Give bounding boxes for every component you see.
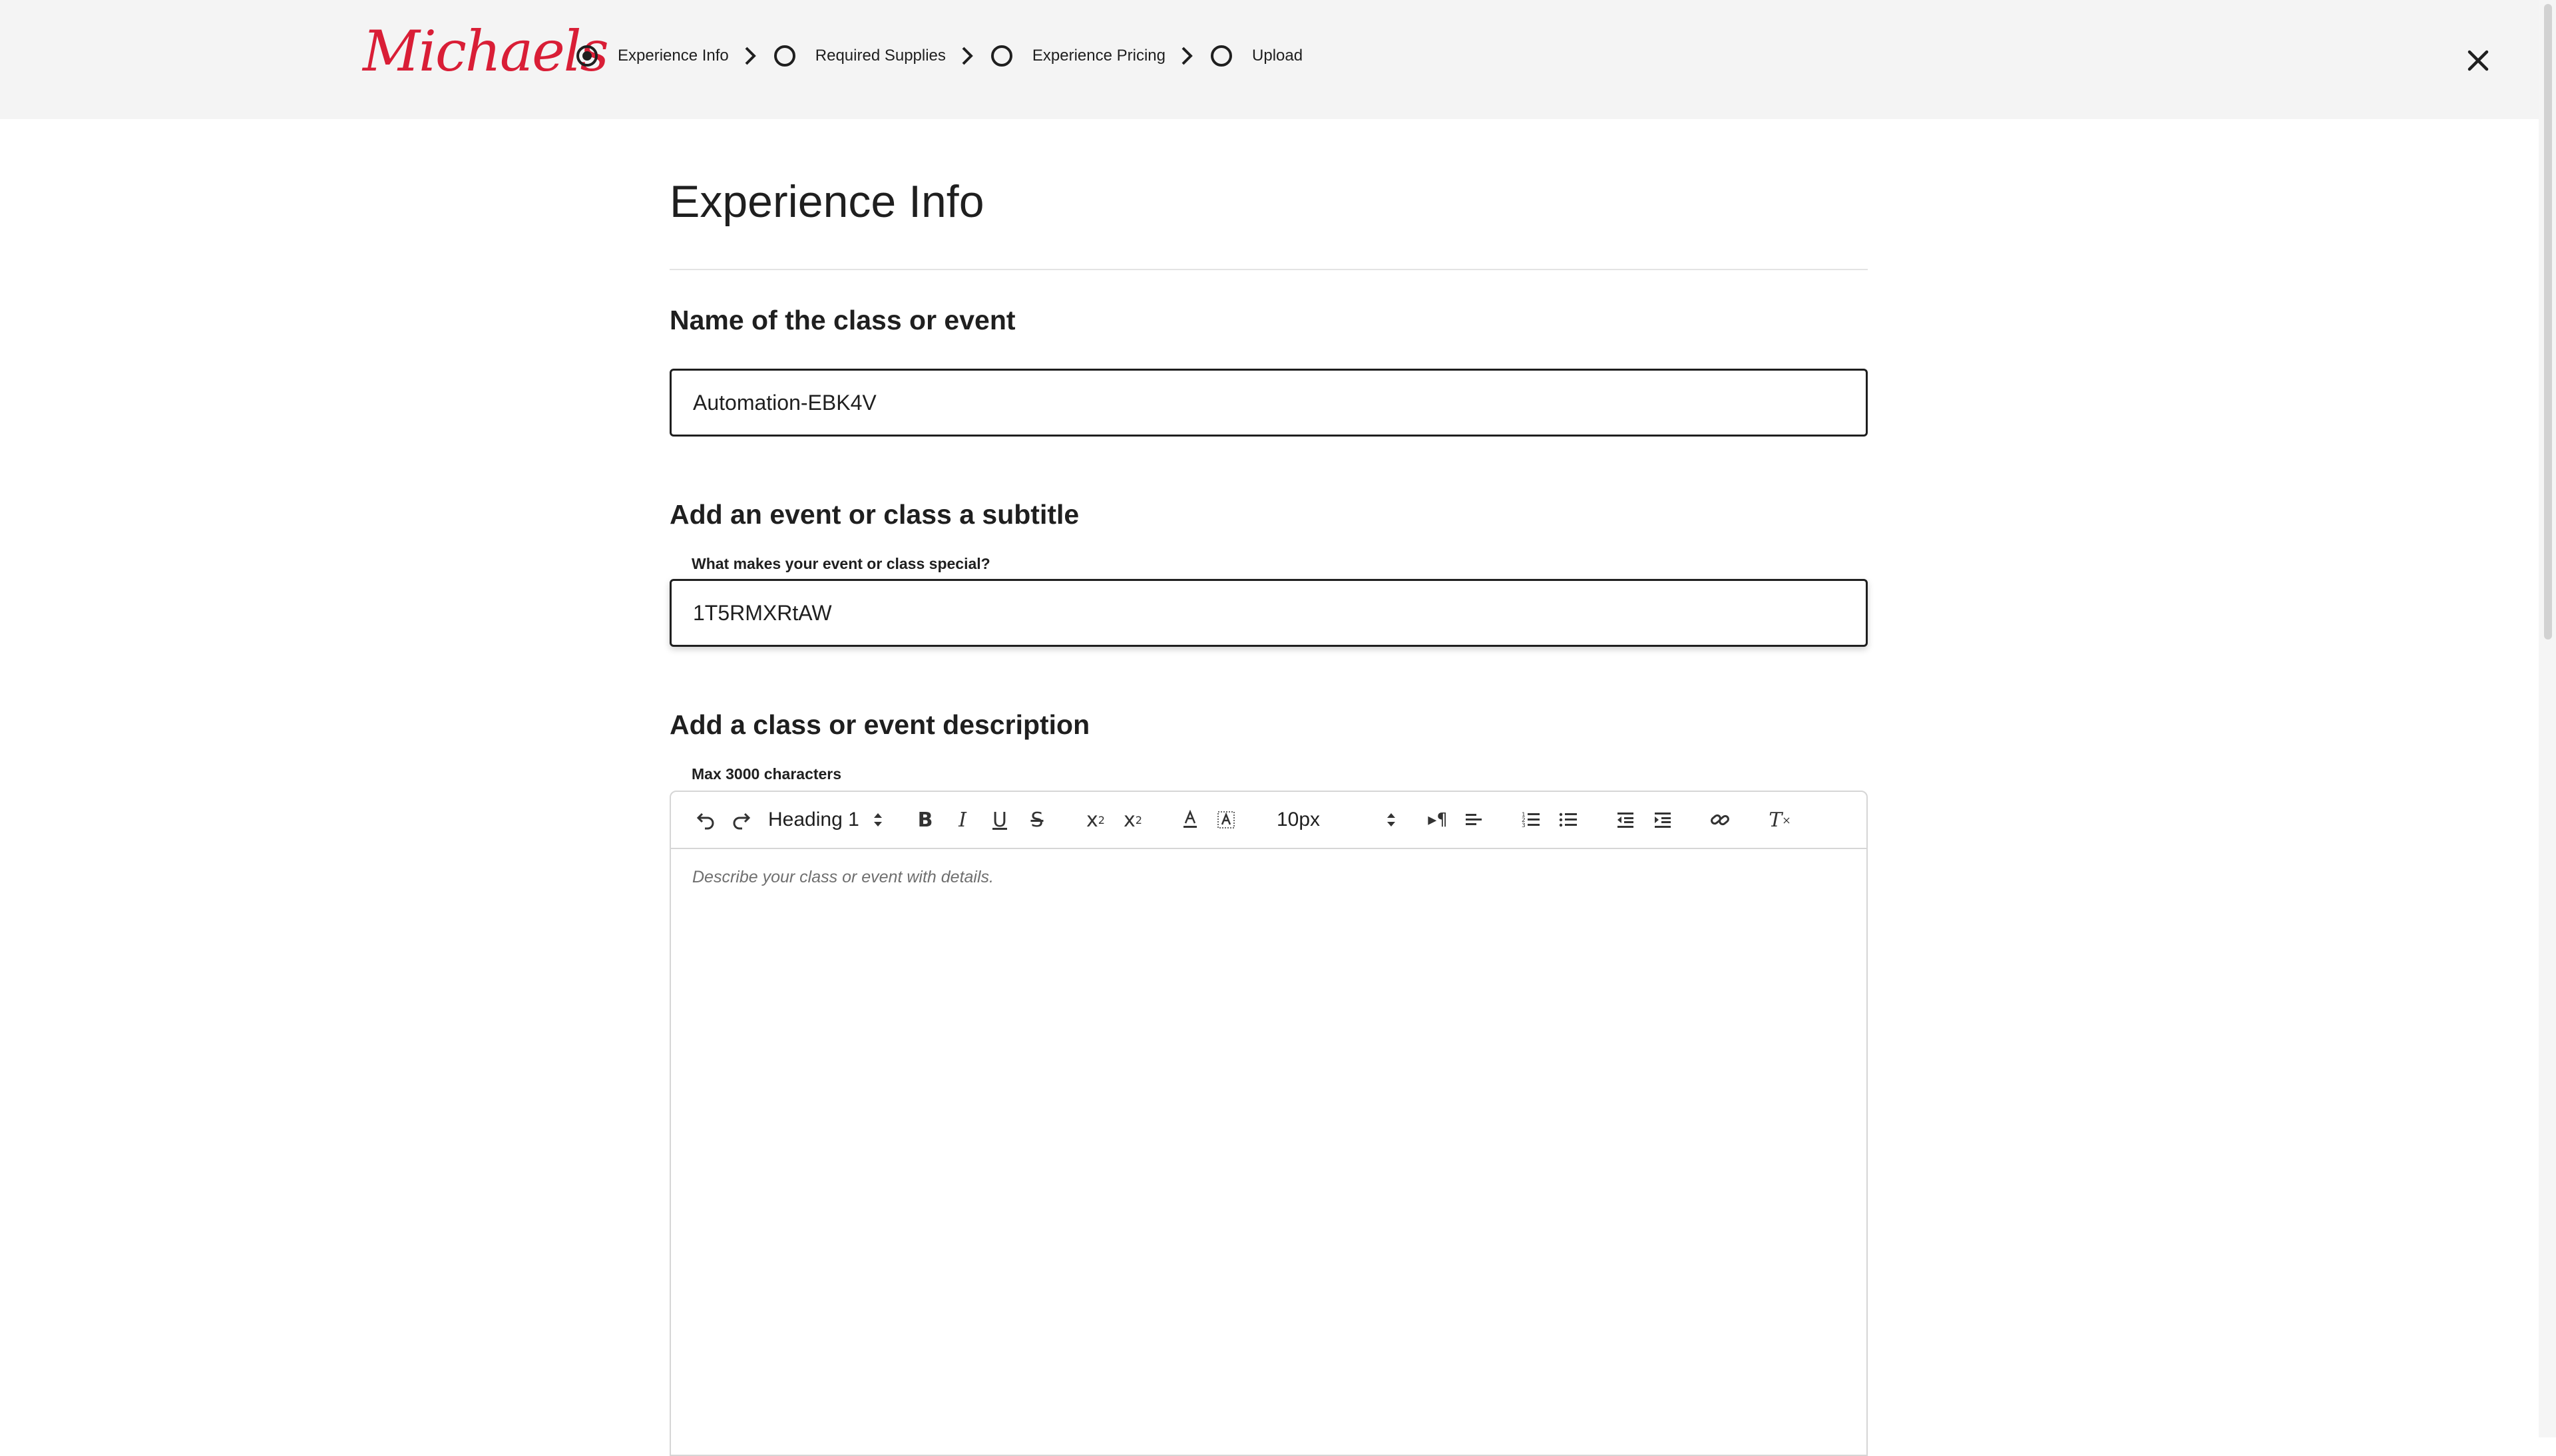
step-upload[interactable]: Upload <box>1211 45 1303 67</box>
align-left-icon[interactable] <box>1460 792 1487 848</box>
step-experience-pricing[interactable]: Experience Pricing <box>990 45 1166 67</box>
text-color-icon[interactable] <box>1177 792 1203 848</box>
bold-icon[interactable]: B <box>912 792 939 848</box>
outdent-icon[interactable] <box>1612 792 1639 848</box>
bullet-list-icon[interactable] <box>1555 792 1582 848</box>
chevron-right-icon <box>962 47 973 65</box>
underline-icon[interactable]: U <box>986 792 1013 848</box>
svg-text:3: 3 <box>1522 822 1526 829</box>
close-icon[interactable] <box>2463 45 2493 76</box>
subtitle-field-label: What makes your event or class special? <box>692 555 990 572</box>
class-name-input[interactable] <box>670 369 1868 437</box>
italic-icon[interactable]: I <box>949 792 976 848</box>
heading-select[interactable]: Heading 1 <box>768 792 883 848</box>
step-label: Required Supplies <box>815 47 946 65</box>
subscript-icon[interactable]: x2 <box>1081 792 1110 848</box>
editor-toolbar: Heading 1 B I U S x2 x2 10px ▸¶ 1 2 3 T … <box>671 792 1866 849</box>
page-title: Experience Info <box>670 176 984 227</box>
page-scrollbar[interactable] <box>2539 0 2556 1437</box>
ordered-list-icon[interactable]: 123 <box>1518 792 1544 848</box>
step-label: Experience Pricing <box>1032 47 1166 65</box>
indent-icon[interactable] <box>1649 792 1676 848</box>
superscript-icon[interactable]: x2 <box>1118 792 1148 848</box>
redo-icon[interactable] <box>727 792 756 848</box>
description-section-heading: Add a class or event description <box>670 709 1090 740</box>
description-editor-area[interactable]: Describe your class or event with detail… <box>671 849 1866 1455</box>
link-icon[interactable] <box>1707 792 1733 848</box>
updown-arrows-icon <box>873 813 882 826</box>
step-radio-icon <box>576 45 598 67</box>
step-label: Upload <box>1252 47 1303 65</box>
description-field-label: Max 3000 characters <box>692 765 842 783</box>
clear-formatting-icon[interactable]: T × <box>1765 792 1795 848</box>
step-radio-icon <box>990 45 1012 67</box>
step-required-supplies[interactable]: Required Supplies <box>773 45 946 67</box>
font-size-select-value: 10px <box>1277 809 1321 830</box>
step-label: Experience Info <box>618 47 729 65</box>
step-radio-icon <box>1211 45 1233 67</box>
description-placeholder: Describe your class or event with detail… <box>692 868 994 886</box>
font-size-select[interactable]: 10px <box>1277 792 1396 848</box>
updown-arrows-icon <box>1387 813 1395 826</box>
rich-text-editor: Heading 1 B I U S x2 x2 10px ▸¶ 1 2 3 T … <box>670 791 1868 1456</box>
undo-icon[interactable] <box>691 792 720 848</box>
name-section-heading: Name of the class or event <box>670 305 1016 335</box>
step-radio-icon <box>773 45 795 67</box>
heading-select-value: Heading 1 <box>768 809 859 830</box>
scrollbar-thumb[interactable] <box>2544 4 2552 639</box>
strikethrough-icon[interactable]: S <box>1024 792 1050 848</box>
michaels-logo[interactable]: Michaels <box>363 21 609 81</box>
subtitle-input[interactable] <box>670 579 1868 647</box>
top-header: Michaels Experience Info Required Suppli… <box>0 0 2539 119</box>
chevron-right-icon <box>1181 47 1193 65</box>
step-experience-info[interactable]: Experience Info <box>576 45 729 67</box>
title-divider <box>670 269 1868 270</box>
text-direction-icon[interactable]: ▸¶ <box>1423 792 1452 848</box>
chevron-right-icon <box>745 47 756 65</box>
highlight-color-icon[interactable] <box>1213 792 1239 848</box>
progress-stepper: Experience Info Required Supplies Experi… <box>576 40 1303 72</box>
subtitle-section-heading: Add an event or class a subtitle <box>670 499 1080 530</box>
